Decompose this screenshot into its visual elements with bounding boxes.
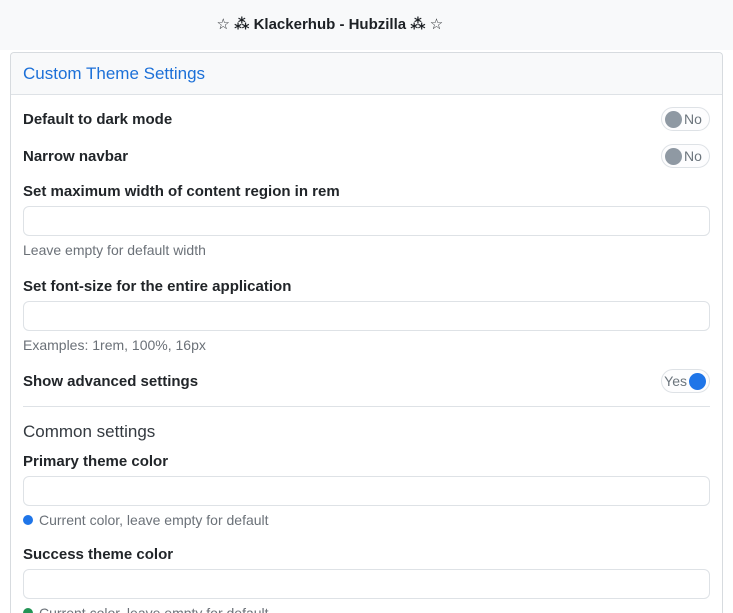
success-color-help-text: Current color, leave empty for default: [39, 605, 269, 613]
success-color-help: Current color, leave empty for default: [23, 605, 710, 613]
primary-color-help-text: Current color, leave empty for default: [39, 512, 269, 528]
max-width-input[interactable]: [23, 206, 710, 236]
panel-header: Custom Theme Settings: [11, 53, 722, 95]
narrow-navbar-row: Narrow navbar No: [23, 144, 710, 168]
toggle-knob: [665, 148, 682, 165]
advanced-settings-toggle-value: Yes: [662, 370, 689, 392]
dark-mode-toggle[interactable]: No: [661, 107, 710, 131]
narrow-navbar-label: Narrow navbar: [23, 148, 128, 165]
top-navbar: ☆ ⁂ Klackerhub - Hubzilla ⁂ ☆: [0, 0, 733, 50]
primary-color-dot: [23, 515, 33, 525]
primary-color-input[interactable]: [23, 476, 710, 506]
max-width-label: Set maximum width of content region in r…: [23, 183, 710, 200]
font-size-label: Set font-size for the entire application: [23, 278, 710, 295]
dark-mode-label: Default to dark mode: [23, 111, 172, 128]
theme-settings-panel: Custom Theme Settings Default to dark mo…: [10, 52, 723, 613]
common-settings-heading: Common settings: [23, 421, 710, 443]
toggle-knob: [665, 111, 682, 128]
advanced-settings-toggle[interactable]: Yes: [661, 369, 710, 393]
advanced-settings-label: Show advanced settings: [23, 373, 198, 390]
primary-color-help: Current color, leave empty for default: [23, 512, 710, 528]
font-size-input[interactable]: [23, 301, 710, 331]
primary-color-label: Primary theme color: [23, 453, 710, 470]
font-size-help: Examples: 1rem, 100%, 16px: [23, 337, 710, 353]
panel-body: Default to dark mode No Narrow navbar No…: [11, 95, 722, 613]
narrow-navbar-toggle[interactable]: No: [661, 144, 710, 168]
max-width-help: Leave empty for default width: [23, 242, 710, 258]
page: ☆ ⁂ Klackerhub - Hubzilla ⁂ ☆ Custom The…: [0, 0, 733, 613]
section-divider: [23, 406, 710, 407]
dark-mode-row: Default to dark mode No: [23, 107, 710, 131]
panel-title: Custom Theme Settings: [23, 62, 710, 85]
narrow-navbar-toggle-value: No: [682, 145, 704, 167]
success-color-dot: [23, 608, 33, 613]
toggle-knob: [689, 373, 706, 390]
success-color-label: Success theme color: [23, 546, 710, 563]
dark-mode-toggle-value: No: [682, 108, 704, 130]
success-color-input[interactable]: [23, 569, 710, 599]
site-title: ☆ ⁂ Klackerhub - Hubzilla ⁂ ☆: [216, 0, 443, 50]
advanced-settings-row: Show advanced settings Yes: [23, 369, 710, 393]
